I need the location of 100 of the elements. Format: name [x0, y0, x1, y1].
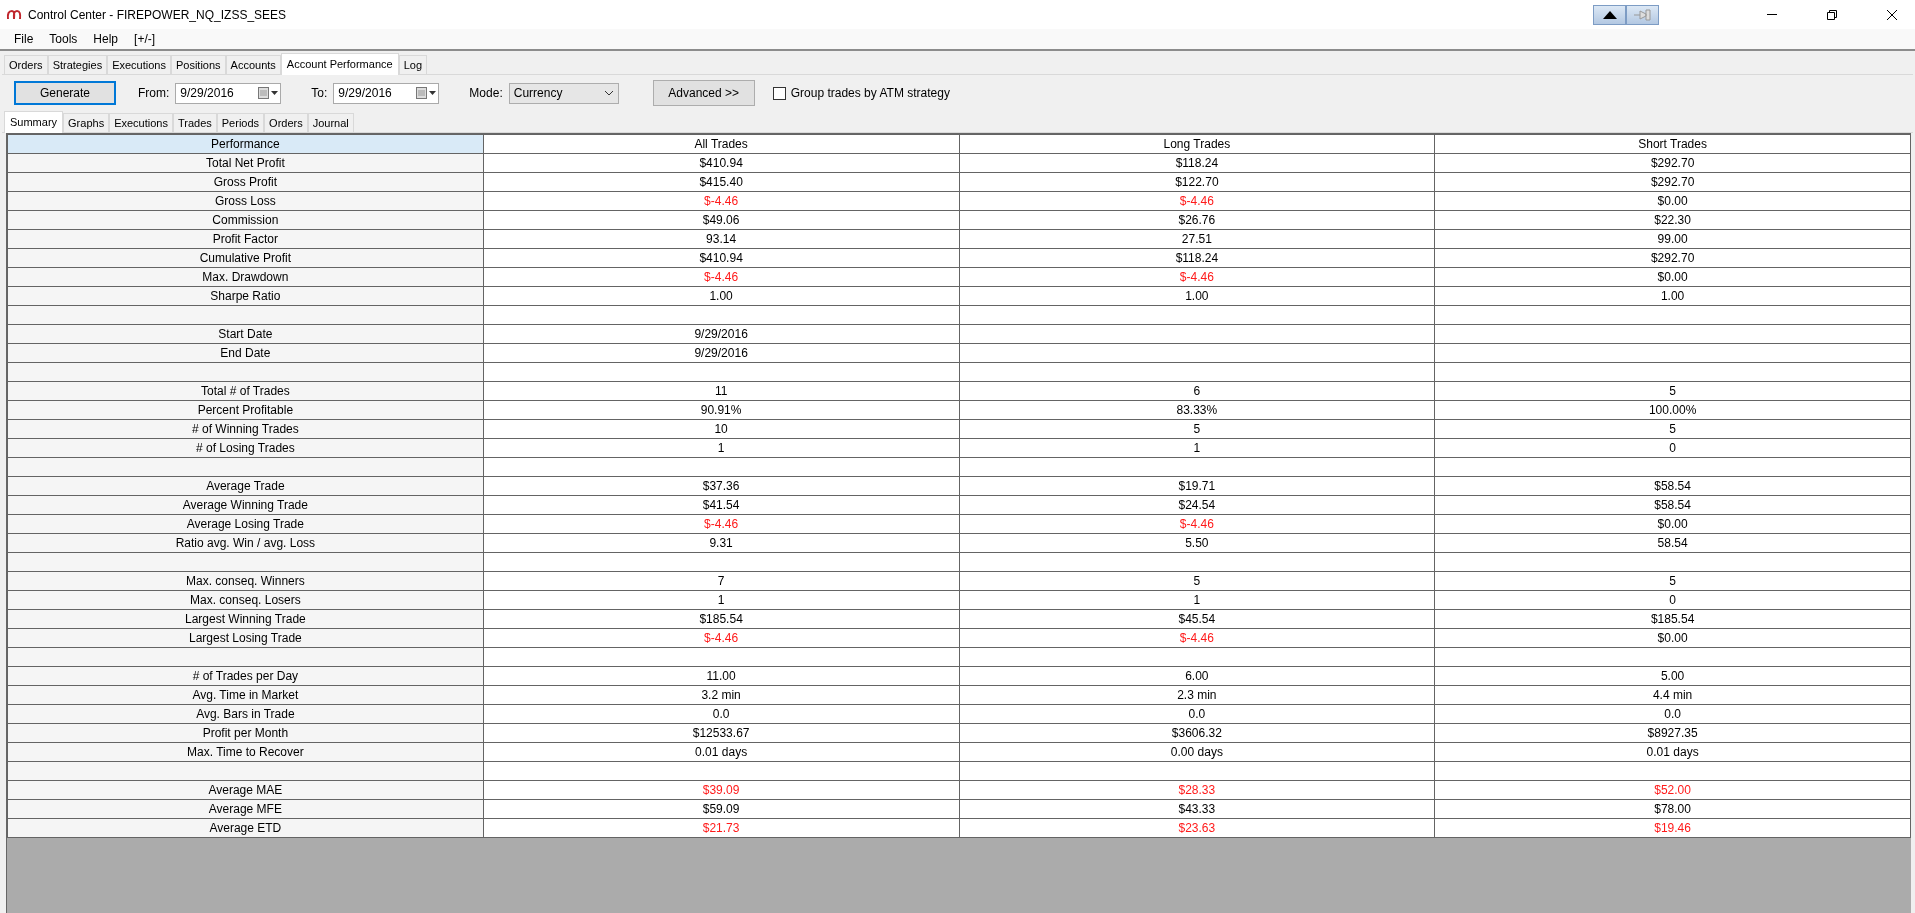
- table-cell: 10: [483, 419, 959, 439]
- table-cell: $59.09: [483, 799, 959, 819]
- table-cell: 1: [959, 590, 1435, 610]
- table-cell: $49.06: [483, 210, 959, 230]
- tab[interactable]: Strategies: [47, 55, 108, 74]
- table-cell: $22.30: [1434, 210, 1911, 230]
- table-cell: $78.00: [1434, 799, 1911, 819]
- table-cell: $52.00: [1434, 780, 1911, 800]
- table-cell: $8927.35: [1434, 723, 1911, 743]
- table-cell: 90.91%: [483, 400, 959, 420]
- tab[interactable]: Account Performance: [280, 53, 399, 75]
- table-cell: 2.3 min: [959, 685, 1435, 705]
- table-cell: 27.51: [959, 229, 1435, 249]
- table-cell: 9.31: [483, 533, 959, 553]
- triangle-up-icon: [1602, 10, 1617, 19]
- table-cell: $0.00: [1434, 628, 1911, 648]
- restore-icon: [1827, 9, 1837, 20]
- calendar-dropdown-icon[interactable]: [416, 87, 437, 99]
- table-cell: 0.00 days: [959, 742, 1435, 762]
- table-cell: 1: [959, 438, 1435, 458]
- tab[interactable]: Orders: [4, 55, 48, 74]
- menu-item[interactable]: File: [6, 32, 42, 46]
- table-cell: 5: [1434, 381, 1911, 401]
- table-cell: 11: [483, 381, 959, 401]
- table-cell: 5: [959, 571, 1435, 591]
- tab[interactable]: Periods: [216, 113, 265, 132]
- table-cell: $0.00: [1434, 191, 1911, 211]
- to-date-field[interactable]: 9/29/2016: [333, 82, 440, 104]
- table-cell: $28.33: [959, 780, 1435, 800]
- mode-dropdown[interactable]: Currency: [508, 82, 619, 104]
- table-cell: 9/29/2016: [483, 324, 959, 344]
- table-cell: 1.00: [1434, 286, 1911, 306]
- table-cell: 3.2 min: [483, 685, 959, 705]
- column-header: Long Trades: [959, 134, 1435, 154]
- to-label: To:: [311, 86, 328, 100]
- table-cell: 11.00: [483, 666, 959, 686]
- generate-button[interactable]: Generate: [14, 81, 116, 105]
- table-cell: $292.70: [1434, 172, 1911, 192]
- tab[interactable]: Executions: [107, 55, 171, 74]
- table-cell: $292.70: [1434, 153, 1911, 173]
- tab[interactable]: Journal: [307, 113, 354, 132]
- table-cell: $-4.46: [959, 267, 1435, 287]
- table-cell: 83.33%: [959, 400, 1435, 420]
- minimize-icon: [1767, 14, 1777, 15]
- table-cell: 6.00: [959, 666, 1435, 686]
- tab[interactable]: Orders: [264, 113, 308, 132]
- calendar-dropdown-icon[interactable]: [258, 87, 279, 99]
- table-cell: $-4.46: [959, 514, 1435, 534]
- table-cell: $19.46: [1434, 818, 1911, 838]
- table-cell: 9/29/2016: [483, 343, 959, 363]
- table-cell: $26.76: [959, 210, 1435, 230]
- table-cell: $-4.46: [483, 191, 959, 211]
- from-label: From:: [138, 86, 170, 100]
- table-cell: $21.73: [483, 818, 959, 838]
- menu-item[interactable]: Help: [85, 32, 127, 46]
- table-cell: $12533.67: [483, 723, 959, 743]
- table-cell: $185.54: [483, 609, 959, 629]
- table-cell: 0: [1434, 438, 1911, 458]
- table-cell: 1.00: [483, 286, 959, 306]
- table-cell: $292.70: [1434, 248, 1911, 268]
- checkbox[interactable]: [772, 86, 786, 100]
- table-cell: 5.50: [959, 533, 1435, 553]
- table-cell: 5.00: [1434, 666, 1911, 686]
- table-cell: 1.00: [959, 286, 1435, 306]
- table-cell: $58.54: [1434, 476, 1911, 496]
- checkbox-label: Group trades by ATM strategy: [790, 86, 950, 100]
- table-cell: $0.00: [1434, 267, 1911, 287]
- advanced-button[interactable]: Advanced >>: [652, 80, 755, 106]
- table-cell: $19.71: [959, 476, 1435, 496]
- tab[interactable]: Accounts: [225, 55, 281, 74]
- from-date-field[interactable]: 9/29/2016: [175, 82, 282, 104]
- tab[interactable]: Trades: [172, 113, 217, 132]
- tab[interactable]: Log: [398, 55, 427, 74]
- table-cell: 0.0: [483, 704, 959, 724]
- menu-item[interactable]: Tools: [41, 32, 86, 46]
- table-cell: $118.24: [959, 248, 1435, 268]
- table-cell: 0.01 days: [1434, 742, 1911, 762]
- collapse-button[interactable]: [1593, 4, 1626, 25]
- menu-item[interactable]: [+/-]: [126, 32, 164, 46]
- table-cell: 93.14: [483, 229, 959, 249]
- table-cell: 100.00%: [1434, 400, 1911, 420]
- table-cell: 99.00: [1434, 229, 1911, 249]
- close-icon: [1887, 9, 1897, 20]
- table-cell: $58.54: [1434, 495, 1911, 515]
- column-header: Short Trades: [1434, 134, 1911, 154]
- table-cell: $122.70: [959, 172, 1435, 192]
- table-cell: $415.40: [483, 172, 959, 192]
- table-cell: 0: [1434, 590, 1911, 610]
- table-cell: 0.01 days: [483, 742, 959, 762]
- table-cell: 0.0: [1434, 704, 1911, 724]
- table-cell: $-4.46: [959, 191, 1435, 211]
- table-cell: $-4.46: [959, 628, 1435, 648]
- table-cell: 7: [483, 571, 959, 591]
- tab[interactable]: Executions: [109, 113, 173, 132]
- window-title: Control Center - FIREPOWER_NQ_IZSS_SEES: [28, 7, 288, 22]
- table-cell: $-4.46: [483, 628, 959, 648]
- tab[interactable]: Graphs: [63, 113, 110, 132]
- tab[interactable]: Positions: [170, 55, 226, 74]
- table-cell: $45.54: [959, 609, 1435, 629]
- tab[interactable]: Summary: [4, 111, 64, 133]
